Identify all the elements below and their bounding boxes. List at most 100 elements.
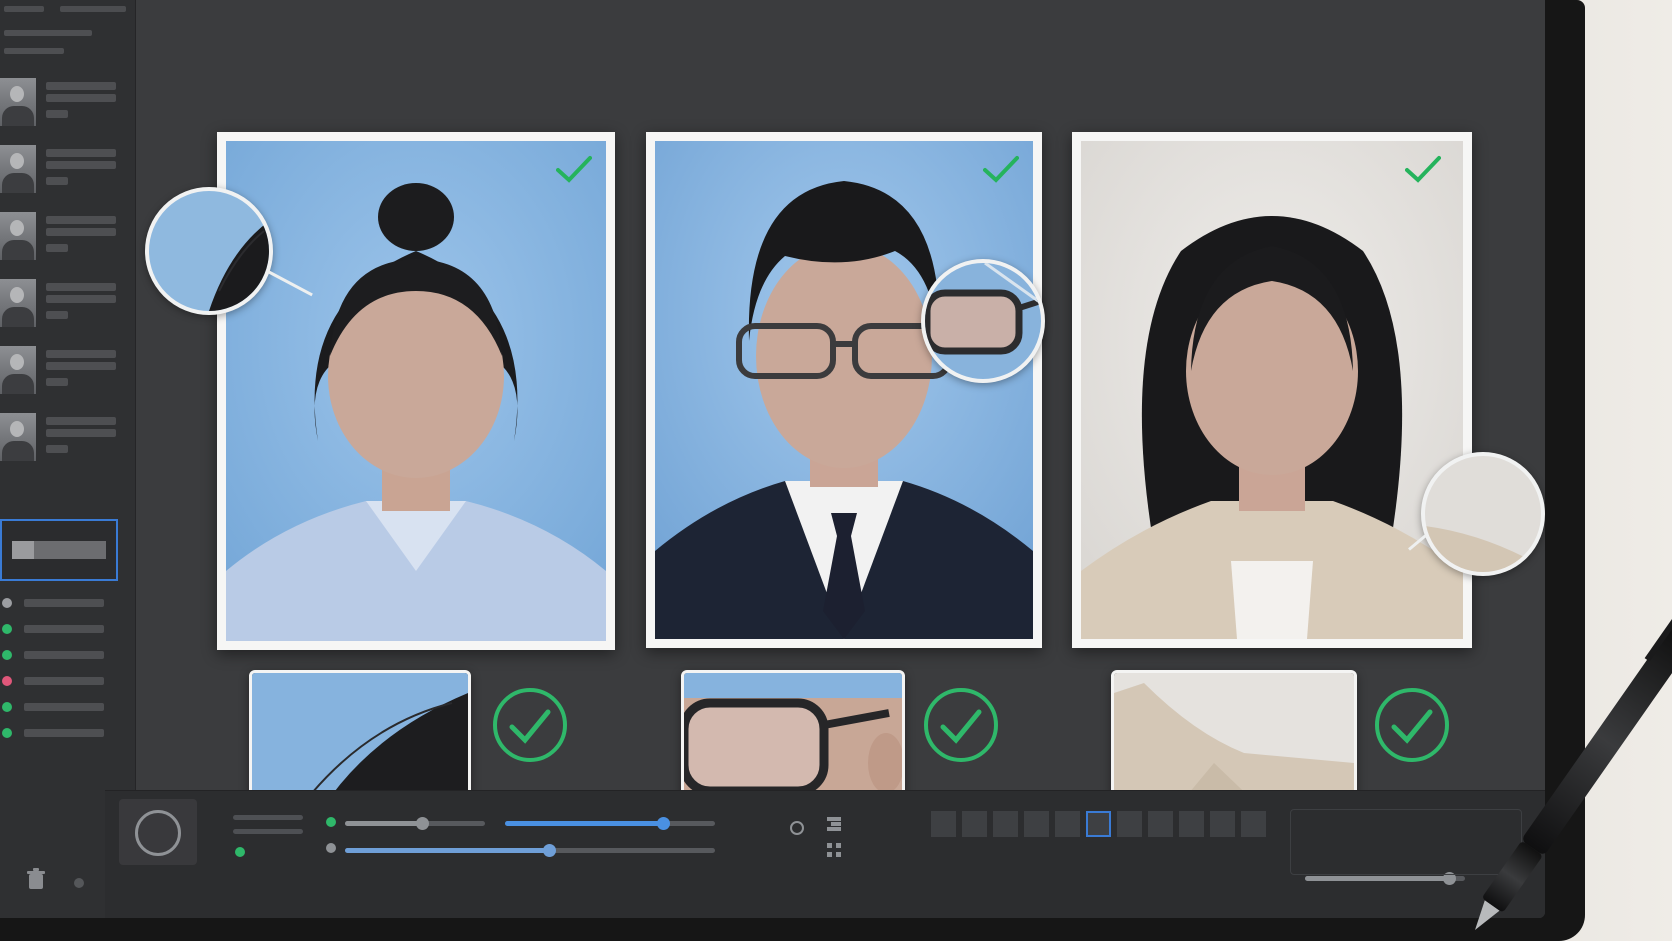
filmstrip-frame[interactable] <box>962 811 987 837</box>
toolbar-text-line <box>233 815 303 820</box>
sidebar-header-bar <box>60 6 126 12</box>
status-dot <box>2 702 12 712</box>
filmstrip-frame-selected[interactable] <box>1086 811 1111 837</box>
sidebar-text-line <box>46 283 116 291</box>
sidebar-text-line <box>46 311 68 319</box>
trash-icon[interactable] <box>26 868 46 890</box>
sidebar-thumbnail[interactable] <box>0 279 36 327</box>
slider-1-fill <box>345 821 422 826</box>
status-list-line <box>24 677 104 685</box>
sidebar-text-line <box>46 110 68 118</box>
sidebar-thumbnail[interactable] <box>0 346 36 394</box>
portrait-head <box>10 421 24 437</box>
sidebar-text-line <box>46 161 116 169</box>
status-dot <box>2 598 12 608</box>
sidebar-thumbnail[interactable] <box>0 145 36 193</box>
stack-icon[interactable] <box>827 817 841 831</box>
stylus-pen <box>1475 608 1672 930</box>
portrait-illustration-1 <box>226 141 606 641</box>
selected-item-bar-accent <box>12 541 34 559</box>
sidebar-text-line <box>46 295 116 303</box>
portrait-shoulders <box>2 441 34 461</box>
portrait-shoulders <box>2 307 34 327</box>
portrait-photo-3 <box>1081 141 1463 639</box>
filmstrip-frame[interactable] <box>1024 811 1049 837</box>
checkmark-icon <box>983 156 1019 183</box>
slider-4-fill <box>1305 876 1449 881</box>
filmstrip-frame[interactable] <box>1210 811 1235 837</box>
toolbar-text-line <box>233 829 303 834</box>
portrait-head <box>10 86 24 102</box>
status-dot <box>326 843 336 853</box>
slider-2-knob[interactable] <box>656 817 670 830</box>
sidebar-footer-dot <box>74 878 84 888</box>
filmstrip-frame[interactable] <box>1055 811 1080 837</box>
portrait-head <box>10 287 24 303</box>
slider-2-fill <box>505 821 663 826</box>
sidebar-text-line <box>46 82 116 90</box>
sidebar-text-line <box>46 244 68 252</box>
portrait-illustration-3 <box>1081 141 1463 639</box>
circle-check-icon <box>1375 688 1449 762</box>
circle-check-icon <box>924 688 998 762</box>
status-dot <box>2 676 12 686</box>
sidebar-text-line <box>46 177 68 185</box>
portrait-illustration-2 <box>655 141 1033 639</box>
capture-button[interactable] <box>119 799 197 865</box>
photo-card-3[interactable] <box>1072 132 1472 648</box>
filmstrip-frame[interactable] <box>1241 811 1266 837</box>
sidebar-text-line <box>46 228 116 236</box>
sidebar-text-line <box>46 149 116 157</box>
portrait-head <box>10 354 24 370</box>
photo-card-2[interactable] <box>646 132 1042 648</box>
status-list-line <box>24 651 104 659</box>
portrait-shoulders <box>2 106 34 126</box>
portrait-head <box>10 220 24 236</box>
sidebar-text-line <box>46 429 116 437</box>
sidebar-text-line <box>46 378 68 386</box>
tablet-screen <box>0 0 1545 918</box>
circle-check-icon <box>493 688 567 762</box>
filmstrip-frame[interactable] <box>931 811 956 837</box>
status-list-line <box>24 625 104 633</box>
photo-card-1[interactable] <box>217 132 615 650</box>
portrait-shoulders <box>2 240 34 260</box>
sidebar-text-line <box>46 350 116 358</box>
zoom-lens-hair <box>145 187 273 315</box>
circle-small-icon[interactable] <box>790 821 804 835</box>
tablet-bezel <box>0 0 1585 941</box>
filmstrip-frame[interactable] <box>1179 811 1204 837</box>
status-dot <box>2 728 12 738</box>
sidebar-thumbnail[interactable] <box>0 78 36 126</box>
checkmark-icon <box>1405 156 1441 183</box>
zoom-lens-jacket <box>1421 452 1545 576</box>
sidebar-text-line <box>4 48 64 54</box>
sidebar-selected-item[interactable] <box>0 519 118 581</box>
portrait-shoulders <box>2 173 34 193</box>
status-list-line <box>24 703 104 711</box>
status-dot <box>2 650 12 660</box>
slider-3-knob[interactable] <box>542 844 556 857</box>
slider-1-knob[interactable] <box>416 817 429 830</box>
sidebar-text-line <box>46 216 116 224</box>
sidebar-thumbnail[interactable] <box>0 413 36 461</box>
status-dot <box>2 624 12 634</box>
zoom-lens-glasses <box>921 259 1045 383</box>
filmstrip-frame[interactable] <box>993 811 1018 837</box>
filmstrip-frame[interactable] <box>1148 811 1173 837</box>
slider-3-fill <box>345 848 549 853</box>
filmstrip-frame[interactable] <box>1117 811 1142 837</box>
sidebar-text-line <box>4 30 92 36</box>
sidebar-text-line <box>46 417 116 425</box>
left-sidebar <box>0 0 136 918</box>
sidebar-header-bar <box>4 6 44 12</box>
status-dot <box>235 847 245 857</box>
sidebar-thumbnail[interactable] <box>0 212 36 260</box>
status-dot <box>326 817 336 827</box>
portrait-photo-1 <box>226 141 606 641</box>
sidebar-text-line <box>46 445 68 453</box>
checkmark-icon <box>556 156 592 183</box>
grid-icon[interactable] <box>827 843 841 857</box>
capture-ring-icon <box>135 810 181 856</box>
sidebar-text-line <box>46 94 116 102</box>
